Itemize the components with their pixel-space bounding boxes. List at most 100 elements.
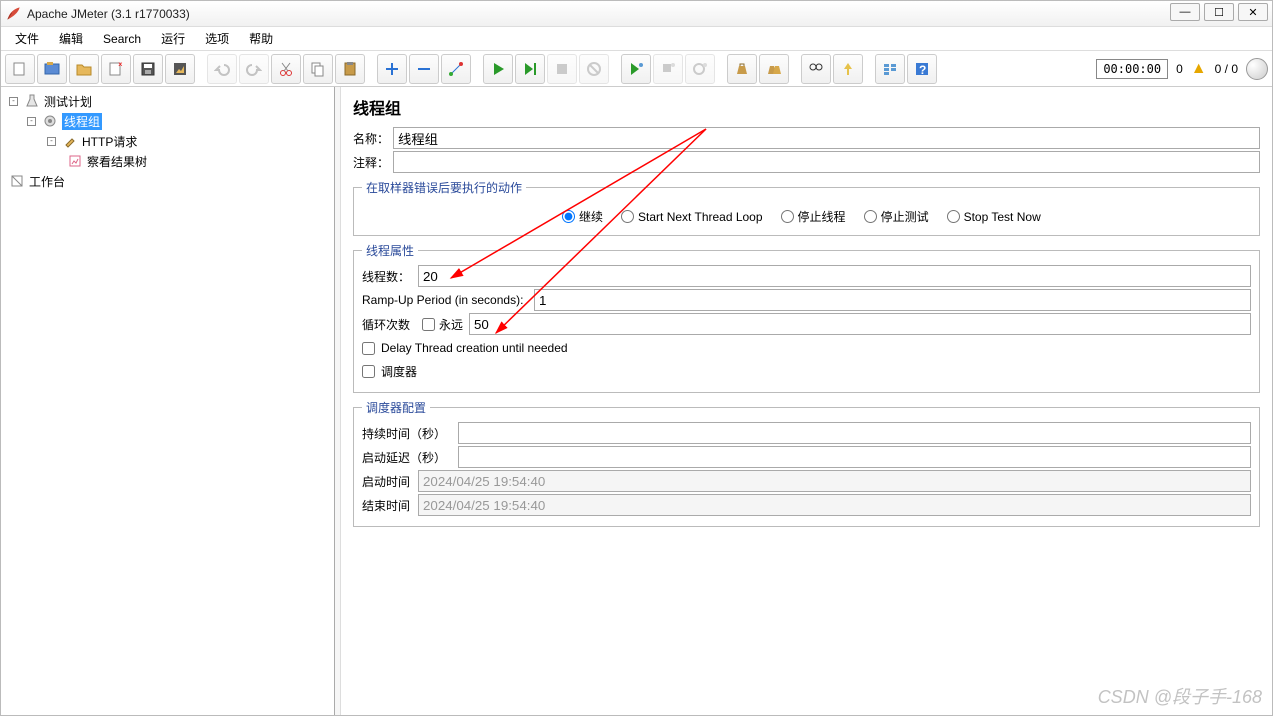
jmeter-icon	[5, 6, 21, 22]
window-title: Apache JMeter (3.1 r1770033)	[27, 7, 190, 21]
menu-options[interactable]: 选项	[197, 28, 237, 49]
save-as-image-button[interactable]	[165, 54, 195, 84]
active-count: 0	[1176, 62, 1183, 76]
scheduler-config-fieldset: 调度器配置 持续时间（秒） 启动延迟（秒） 启动时间 结束时间	[353, 399, 1260, 527]
paste-button[interactable]	[335, 54, 365, 84]
svg-text:×: ×	[118, 61, 123, 69]
menu-edit[interactable]: 编辑	[51, 28, 91, 49]
radio-start-next[interactable]: Start Next Thread Loop	[621, 210, 763, 224]
radio-stop-test[interactable]: 停止测试	[864, 208, 929, 225]
forever-checkbox[interactable]	[422, 318, 435, 331]
comment-input[interactable]	[393, 151, 1260, 173]
tree-thread-group[interactable]: - 线程组	[3, 111, 332, 131]
startup-delay-input[interactable]	[458, 446, 1251, 468]
workbench-icon	[9, 173, 25, 189]
expand-button[interactable]	[377, 54, 407, 84]
toggle-button[interactable]	[441, 54, 471, 84]
gear-icon	[42, 113, 58, 129]
form-pane: 线程组 名称： 注释： 在取样器错误后要执行的动作 继续 Start Next …	[341, 87, 1272, 715]
timer-display: 00:00:00	[1096, 59, 1168, 79]
end-time-input[interactable]	[418, 494, 1251, 516]
delay-label: Delay Thread creation until needed	[381, 341, 568, 355]
thread-props-fieldset: 线程属性 线程数： Ramp-Up Period (in seconds): 循…	[353, 242, 1260, 393]
menu-search[interactable]: Search	[95, 30, 149, 48]
duration-label: 持续时间（秒）	[362, 425, 454, 442]
menubar: 文件 编辑 Search 运行 选项 帮助	[1, 27, 1272, 51]
start-no-pause-button[interactable]	[515, 54, 545, 84]
name-input[interactable]	[393, 127, 1260, 149]
svg-text:?: ?	[919, 63, 926, 77]
cut-button[interactable]	[271, 54, 301, 84]
open-button[interactable]	[69, 54, 99, 84]
toggle-icon[interactable]: -	[47, 137, 56, 146]
remote-shutdown-button[interactable]	[685, 54, 715, 84]
loop-input[interactable]	[469, 313, 1251, 335]
flask-icon	[24, 93, 40, 109]
new-button[interactable]	[5, 54, 35, 84]
thread-props-legend: 线程属性	[362, 242, 418, 259]
radio-stop-now[interactable]: Stop Test Now	[947, 210, 1041, 224]
results-icon	[67, 153, 83, 169]
reset-search-button[interactable]	[833, 54, 863, 84]
scheduler-config-legend: 调度器配置	[362, 399, 430, 416]
forever-label: 永远	[439, 316, 463, 333]
thread-ratio: 0 / 0	[1215, 62, 1238, 76]
maximize-button[interactable]: ☐	[1204, 3, 1234, 21]
status-indicator[interactable]	[1246, 58, 1268, 80]
tree-pane[interactable]: - 测试计划 - 线程组 - HTTP请求 察看结果树 工作台	[1, 87, 335, 715]
templates-button[interactable]	[37, 54, 67, 84]
undo-button[interactable]	[207, 54, 237, 84]
remote-start-button[interactable]	[621, 54, 651, 84]
name-label: 名称：	[353, 130, 389, 147]
tree-http-request[interactable]: - HTTP请求	[3, 131, 332, 151]
minimize-button[interactable]: —	[1170, 3, 1200, 21]
remote-stop-button[interactable]	[653, 54, 683, 84]
start-time-input[interactable]	[418, 470, 1251, 492]
toolbar: × ? 00:00:00 0 ▲ 0 /	[1, 51, 1272, 87]
scheduler-checkbox[interactable]	[362, 365, 375, 378]
start-time-label: 启动时间	[362, 473, 414, 490]
radio-continue[interactable]: 继续	[562, 208, 603, 225]
redo-button[interactable]	[239, 54, 269, 84]
rampup-label: Ramp-Up Period (in seconds):	[362, 293, 530, 307]
function-helper-button[interactable]	[875, 54, 905, 84]
help-button[interactable]: ?	[907, 54, 937, 84]
titlebar: Apache JMeter (3.1 r1770033) — ☐ ✕	[1, 1, 1272, 27]
panel-title: 线程组	[353, 95, 1260, 119]
collapse-button[interactable]	[409, 54, 439, 84]
toggle-icon[interactable]: -	[27, 117, 36, 126]
error-action-legend: 在取样器错误后要执行的动作	[362, 179, 526, 196]
toggle-icon[interactable]: -	[9, 97, 18, 106]
startup-delay-label: 启动延迟（秒）	[362, 449, 454, 466]
watermark: CSDN @段子手-168	[1098, 683, 1262, 709]
loop-label: 循环次数	[362, 316, 414, 333]
clear-all-button[interactable]	[759, 54, 789, 84]
menu-help[interactable]: 帮助	[241, 28, 281, 49]
error-action-fieldset: 在取样器错误后要执行的动作 继续 Start Next Thread Loop …	[353, 179, 1260, 236]
scheduler-label: 调度器	[381, 363, 417, 380]
clear-button[interactable]	[727, 54, 757, 84]
close-test-button[interactable]: ×	[101, 54, 131, 84]
start-button[interactable]	[483, 54, 513, 84]
stop-button[interactable]	[547, 54, 577, 84]
warning-icon: ▲	[1191, 60, 1207, 78]
radio-stop-thread[interactable]: 停止线程	[781, 208, 846, 225]
save-button[interactable]	[133, 54, 163, 84]
tree-workbench[interactable]: 工作台	[3, 171, 332, 191]
delay-checkbox[interactable]	[362, 342, 375, 355]
search-button[interactable]	[801, 54, 831, 84]
close-button[interactable]: ✕	[1238, 3, 1268, 21]
rampup-input[interactable]	[534, 289, 1251, 311]
end-time-label: 结束时间	[362, 497, 414, 514]
menu-run[interactable]: 运行	[153, 28, 193, 49]
tree-test-plan[interactable]: - 测试计划	[3, 91, 332, 111]
threads-label: 线程数：	[362, 268, 414, 285]
pipette-icon	[62, 133, 78, 149]
shutdown-button[interactable]	[579, 54, 609, 84]
copy-button[interactable]	[303, 54, 333, 84]
comment-label: 注释：	[353, 154, 389, 171]
tree-view-results[interactable]: 察看结果树	[3, 151, 332, 171]
threads-input[interactable]	[418, 265, 1251, 287]
duration-input[interactable]	[458, 422, 1251, 444]
menu-file[interactable]: 文件	[7, 28, 47, 49]
